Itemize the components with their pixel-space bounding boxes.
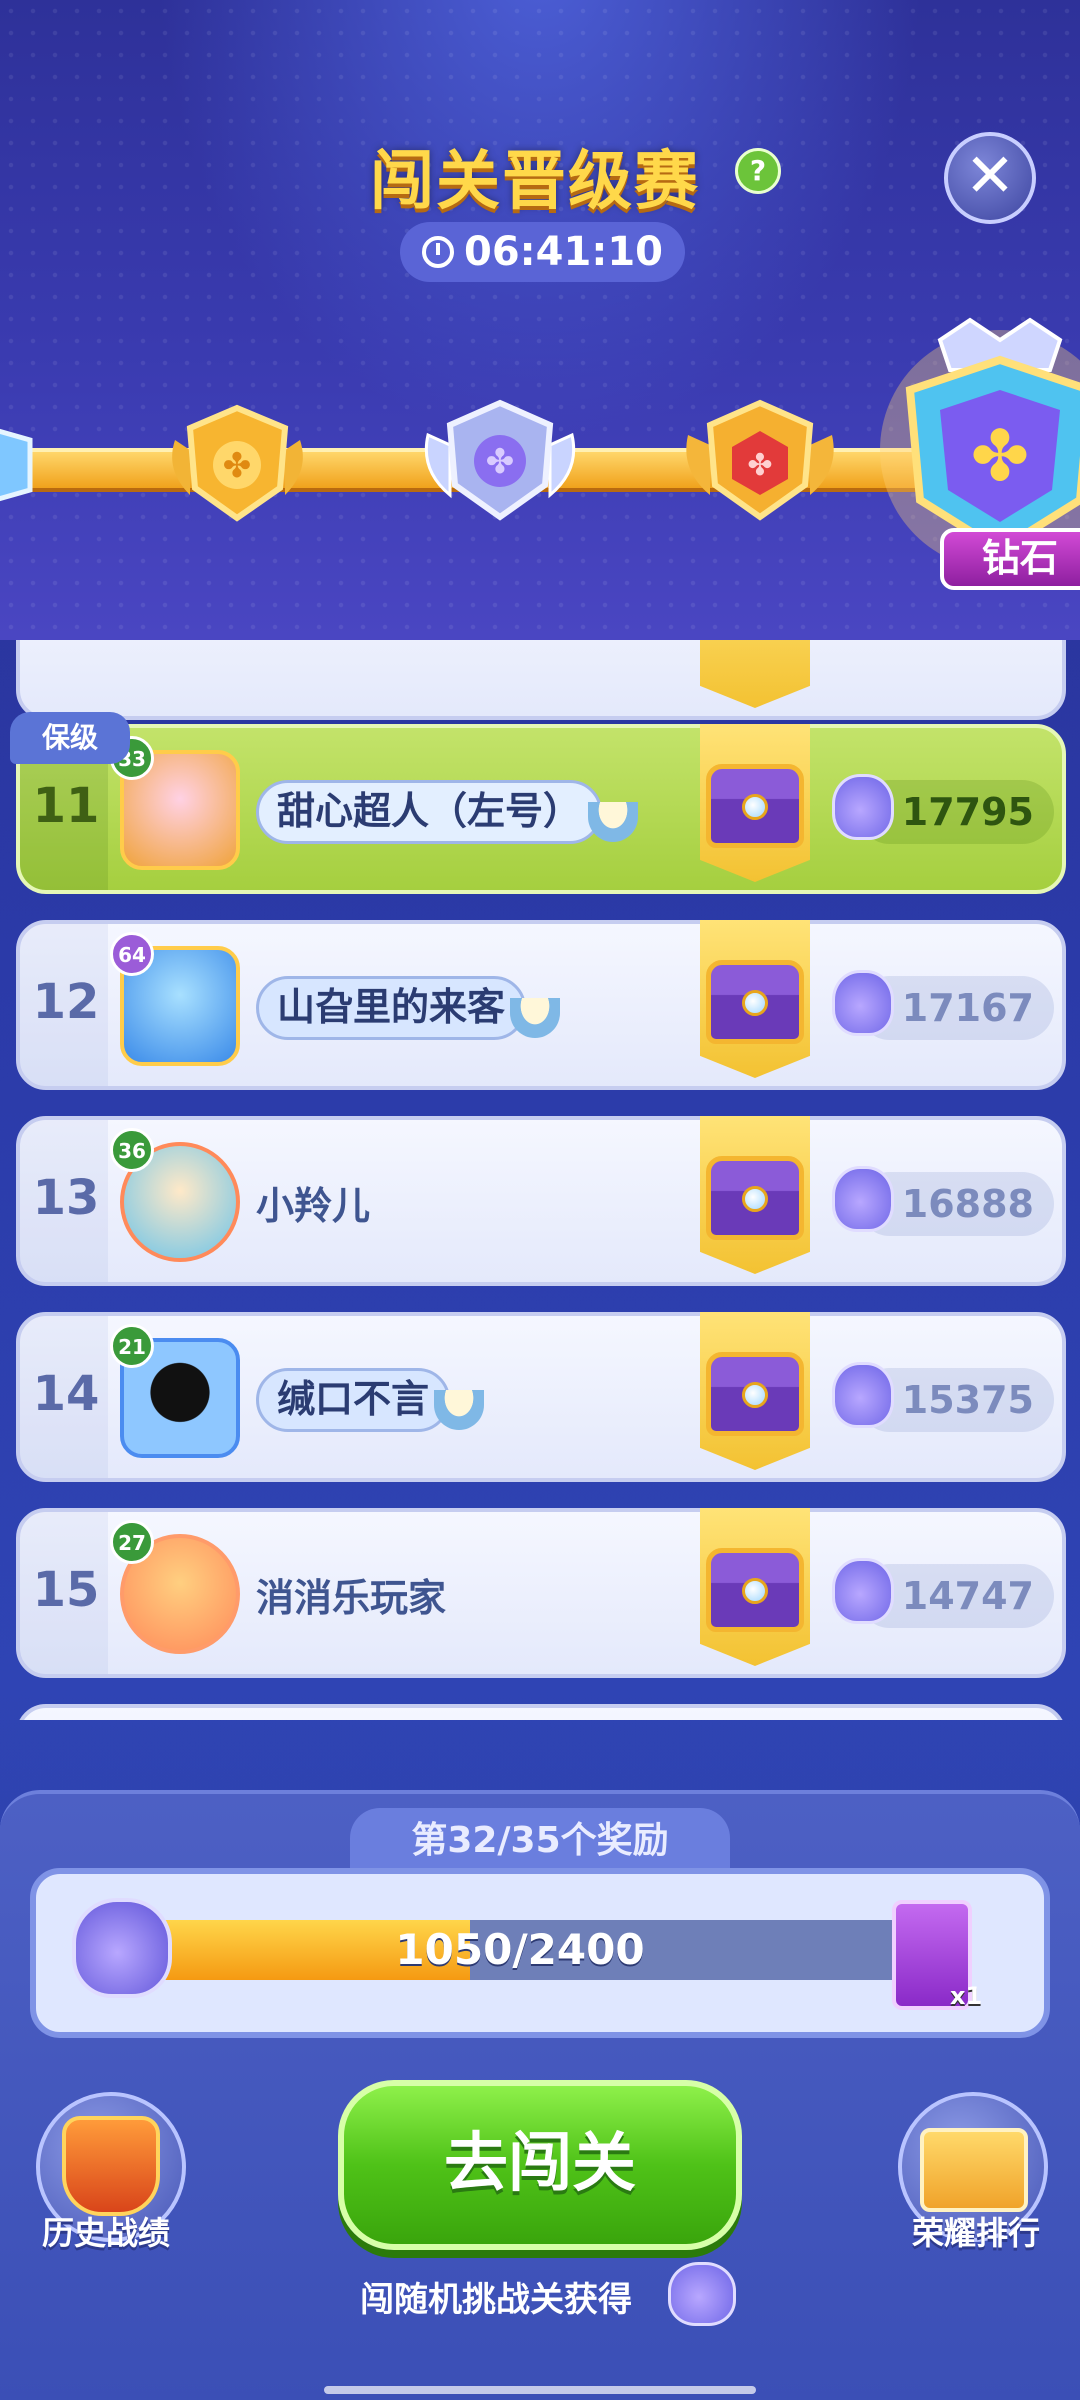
chest-gem-icon: [742, 794, 768, 820]
table-row[interactable]: 11 33 甜心超人（左号） 17795: [16, 724, 1066, 894]
points-bag-icon: [832, 1558, 894, 1624]
svg-text:✤: ✤: [486, 442, 515, 482]
player-name: 小羚儿: [256, 1184, 371, 1228]
page-title: 闯关晋级赛: [370, 145, 700, 219]
player-name: 消消乐玩家: [256, 1576, 447, 1620]
table-row-partial: [16, 640, 1066, 720]
table-row[interactable]: 15 27 消消乐玩家 14747: [16, 1508, 1066, 1678]
timer-text: 06:41:10: [464, 229, 663, 275]
rank-number: 15: [32, 1562, 100, 1618]
chest-gem-icon: [742, 1578, 768, 1604]
blue-tier-badge-icon: [0, 428, 33, 502]
chest-gem-icon: [742, 1382, 768, 1408]
hint-text: 闯随机挑战关获得: [360, 2280, 632, 2320]
noodle-bowl-icon: [588, 802, 638, 842]
level-badge: 27: [110, 1520, 154, 1564]
history-label: 历史战绩: [42, 2214, 171, 2252]
prize-count: x1: [950, 1982, 983, 2010]
home-indicator[interactable]: [324, 2386, 756, 2394]
svg-text:✤: ✤: [223, 446, 252, 486]
noodle-bowl-icon: [510, 998, 560, 1038]
table-row[interactable]: 13 36 小羚儿 16888: [16, 1116, 1066, 1286]
reward-ribbon: [700, 640, 810, 708]
table-row-partial: [16, 1704, 1066, 1720]
level-badge: 64: [110, 932, 154, 976]
points-bag-icon: [832, 1166, 894, 1232]
leaderboard-list[interactable]: 11 33 甜心超人（左号） 17795 12 64 山旮里的来客 17167 …: [0, 640, 1080, 1720]
podium-icon: [920, 2128, 1028, 2212]
table-row[interactable]: 14 21 缄口不言 15375: [16, 1312, 1066, 1482]
rank-number: 14: [32, 1366, 100, 1422]
svg-text:✤: ✤: [971, 415, 1030, 497]
noodle-bowl-icon: [434, 1390, 484, 1430]
points-bag-icon: [832, 1362, 894, 1428]
points-bag-icon: [72, 1898, 172, 1998]
player-name: 缄口不言: [256, 1368, 451, 1432]
svg-text:✤: ✤: [747, 448, 772, 483]
protect-level-tag: 保级: [10, 712, 130, 764]
player-name: 甜心超人（左号）: [256, 780, 603, 844]
points-bag-icon: [832, 774, 894, 840]
current-tier-label: 钻石: [940, 528, 1080, 590]
reward-progress-text: 1050/2400: [395, 1925, 645, 1974]
countdown-timer: 06:41:10: [400, 222, 685, 282]
clock-icon: [422, 236, 454, 268]
close-button[interactable]: ✕: [944, 132, 1036, 224]
trophy-icon: [62, 2116, 160, 2216]
ruby-tier-badge-icon[interactable]: ✤: [680, 395, 840, 525]
silver-tier-badge-icon[interactable]: ✤: [420, 395, 580, 525]
rank-number: 11: [32, 778, 100, 834]
chest-gem-icon: [742, 990, 768, 1016]
points-bag-icon: [832, 970, 894, 1036]
level-badge: 36: [110, 1128, 154, 1172]
chest-gem-icon: [742, 1186, 768, 1212]
level-badge: 21: [110, 1324, 154, 1368]
go-challenge-button[interactable]: 去闯关: [338, 2080, 742, 2250]
reward-progress-title: 第32/35个奖励: [350, 1808, 730, 1874]
points-bag-icon: [668, 2262, 736, 2326]
table-row[interactable]: 12 64 山旮里的来客 17167: [16, 920, 1066, 1090]
player-name: 山旮里的来客: [256, 976, 527, 1040]
honor-ranking-label: 荣耀排行: [912, 2214, 1041, 2252]
rank-number: 12: [32, 974, 100, 1030]
rank-number: 13: [32, 1170, 100, 1226]
help-icon[interactable]: ?: [735, 148, 781, 194]
gold-tier-badge-icon[interactable]: ✤: [165, 400, 310, 525]
